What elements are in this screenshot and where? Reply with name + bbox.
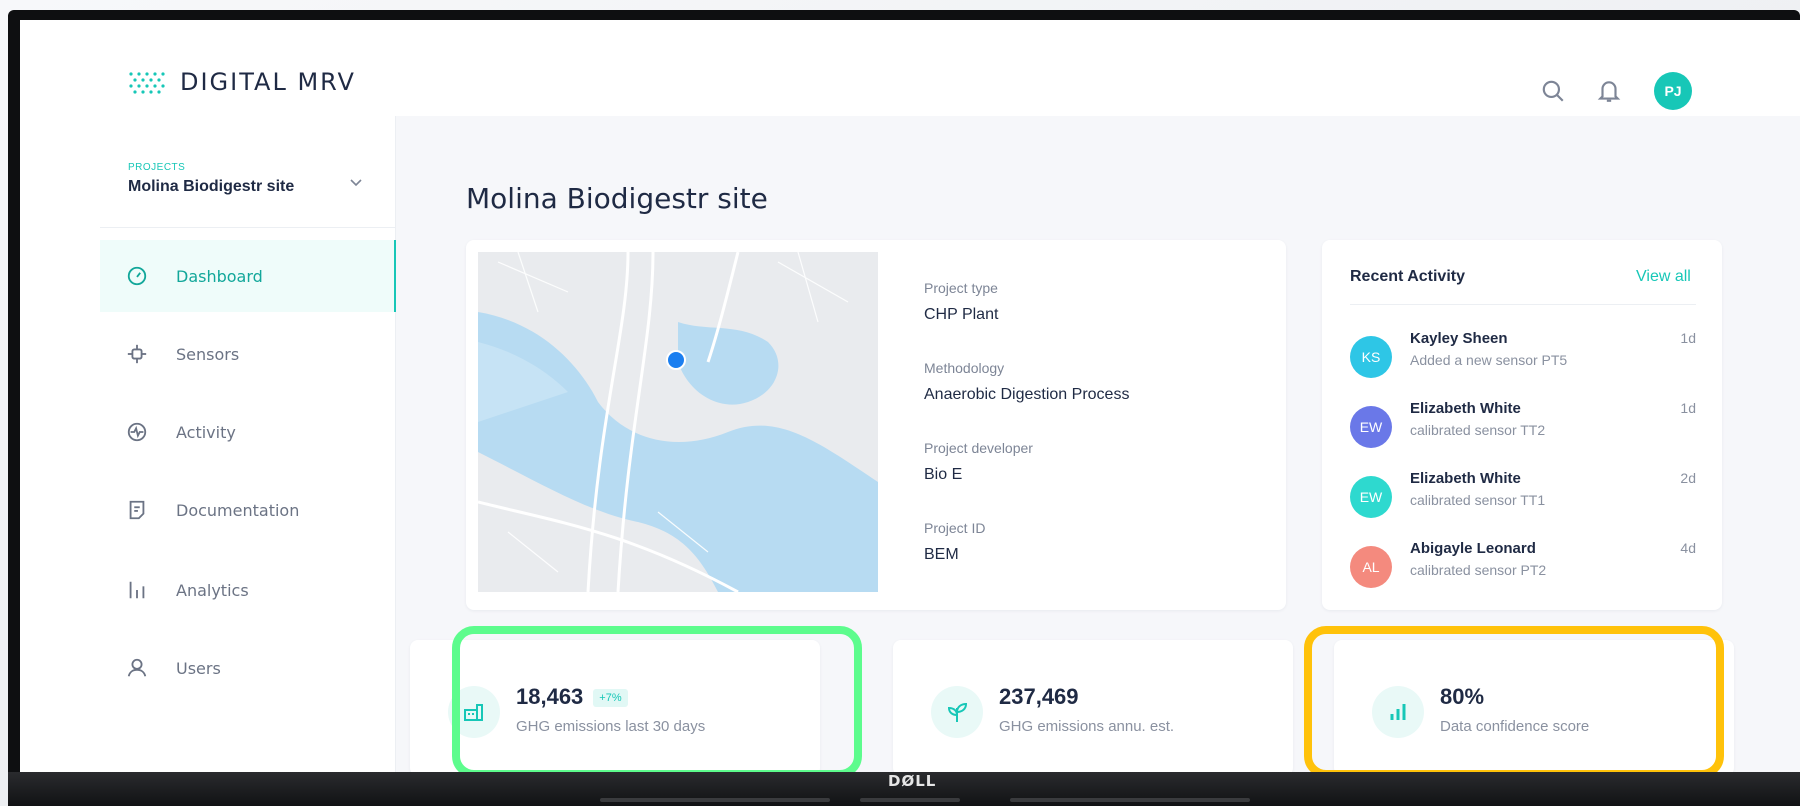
- activity-item[interactable]: AL Abigayle Leonard calibrated sensor PT…: [1350, 540, 1696, 596]
- detail-label: Project developer: [924, 440, 1033, 456]
- main-content: Molina Biodigestr site Project type CHP …: [396, 116, 1800, 772]
- stat-value: 237,469: [999, 684, 1079, 710]
- activity-time: 2d: [1680, 470, 1696, 486]
- project-overview-card: Project type CHP Plant Methodology Anaer…: [466, 240, 1286, 610]
- view-all-link[interactable]: View all: [1636, 268, 1691, 286]
- divider: [1350, 304, 1696, 305]
- search-icon[interactable]: [1540, 78, 1566, 104]
- brand-name: DIGITAL MRV: [180, 68, 356, 96]
- sidebar-item-label: Activity: [176, 422, 236, 442]
- activity-time: 1d: [1680, 330, 1696, 346]
- activity-item[interactable]: KS Kayley Sheen Added a new sensor PT5 1…: [1350, 330, 1696, 386]
- sidebar-item-label: Documentation: [176, 500, 300, 520]
- stat-number: 237,469: [999, 684, 1079, 709]
- detail-label: Methodology: [924, 360, 1005, 376]
- activity-time: 1d: [1680, 400, 1696, 416]
- sidebar-item-users[interactable]: Users: [100, 632, 396, 704]
- app-screen: DIGITAL MRV PJ PROJECTS Molina Biodigest…: [20, 20, 1800, 772]
- chevron-down-icon[interactable]: [348, 174, 364, 190]
- gauge-icon: [127, 266, 147, 286]
- avatar: AL: [1350, 546, 1392, 588]
- avatar: EW: [1350, 406, 1392, 448]
- project-details: Project type CHP Plant Methodology Anaer…: [924, 280, 1129, 600]
- analytics-icon: [129, 581, 145, 599]
- detail-label: Project ID: [924, 520, 986, 536]
- activity-description: Added a new sensor PT5: [1410, 352, 1568, 368]
- activity-item[interactable]: EW Elizabeth White calibrated sensor TT1…: [1350, 470, 1696, 526]
- user-icon: [127, 658, 147, 677]
- avatar: KS: [1350, 336, 1392, 378]
- detail-value: Anaerobic Digestion Process: [924, 386, 1130, 403]
- recent-activity-card: Recent Activity View all KS Kayley Sheen…: [1322, 240, 1722, 610]
- activity-icon: [127, 422, 147, 442]
- stat-label: GHG emissions annu. est.: [999, 718, 1175, 735]
- sensor-icon: [127, 344, 147, 364]
- activity-description: calibrated sensor PT2: [1410, 562, 1547, 578]
- detail-label: Project type: [924, 280, 998, 296]
- highlight-box-green: [452, 626, 862, 772]
- sidebar: PROJECTS Molina Biodigestr site Dashboar…: [100, 116, 396, 772]
- detail-value: Bio E: [924, 466, 963, 483]
- user-avatar[interactable]: PJ: [1654, 72, 1692, 110]
- highlight-box-amber: [1304, 626, 1724, 772]
- activity-description: calibrated sensor TT1: [1410, 492, 1546, 508]
- activity-description: calibrated sensor TT2: [1410, 422, 1546, 438]
- activity-user: Elizabeth White: [1410, 400, 1521, 417]
- chin-strip: [600, 798, 830, 802]
- logo-dots-icon: [129, 72, 165, 94]
- sidebar-item-documentation[interactable]: Documentation: [100, 474, 396, 546]
- stat-icon: [931, 686, 983, 738]
- detail-value: BEM: [924, 546, 959, 563]
- top-header: DIGITAL MRV PJ: [20, 20, 1800, 116]
- recent-activity-title: Recent Activity: [1350, 268, 1465, 285]
- avatar: EW: [1350, 476, 1392, 518]
- project-name: Molina Biodigestr site: [128, 178, 295, 195]
- page-title: Molina Biodigestr site: [466, 182, 768, 215]
- plant-icon: [947, 702, 968, 722]
- stat-card-emissions-annual[interactable]: 237,469 GHG emissions annu. est.: [893, 640, 1293, 772]
- site-map[interactable]: [478, 252, 878, 592]
- sidebar-item-sensors[interactable]: Sensors: [100, 318, 396, 390]
- project-selector[interactable]: PROJECTS Molina Biodigestr site: [100, 116, 396, 228]
- document-icon: [129, 500, 145, 520]
- sidebar-item-label: Users: [176, 658, 221, 678]
- sidebar-item-label: Sensors: [176, 344, 240, 364]
- activity-user: Abigayle Leonard: [1410, 540, 1536, 557]
- activity-time: 4d: [1680, 540, 1696, 556]
- chin-strip: [860, 798, 960, 802]
- sidebar-item-label: Dashboard: [176, 266, 263, 286]
- chin-strip: [1010, 798, 1250, 802]
- activity-item[interactable]: EW Elizabeth White calibrated sensor TT2…: [1350, 400, 1696, 456]
- bell-icon[interactable]: [1596, 78, 1622, 104]
- sidebar-item-dashboard[interactable]: Dashboard: [100, 240, 396, 312]
- project-label: PROJECTS: [128, 162, 186, 173]
- brand-logo[interactable]: DIGITAL MRV: [126, 68, 356, 96]
- activity-user: Kayley Sheen: [1410, 330, 1508, 347]
- activity-user: Elizabeth White: [1410, 470, 1521, 487]
- monitor-brand-logo: DØLL: [888, 772, 937, 790]
- sidebar-item-activity[interactable]: Activity: [100, 396, 396, 468]
- detail-value: CHP Plant: [924, 306, 999, 323]
- sidebar-item-analytics[interactable]: Analytics: [100, 554, 396, 626]
- sidebar-item-label: Analytics: [176, 580, 249, 600]
